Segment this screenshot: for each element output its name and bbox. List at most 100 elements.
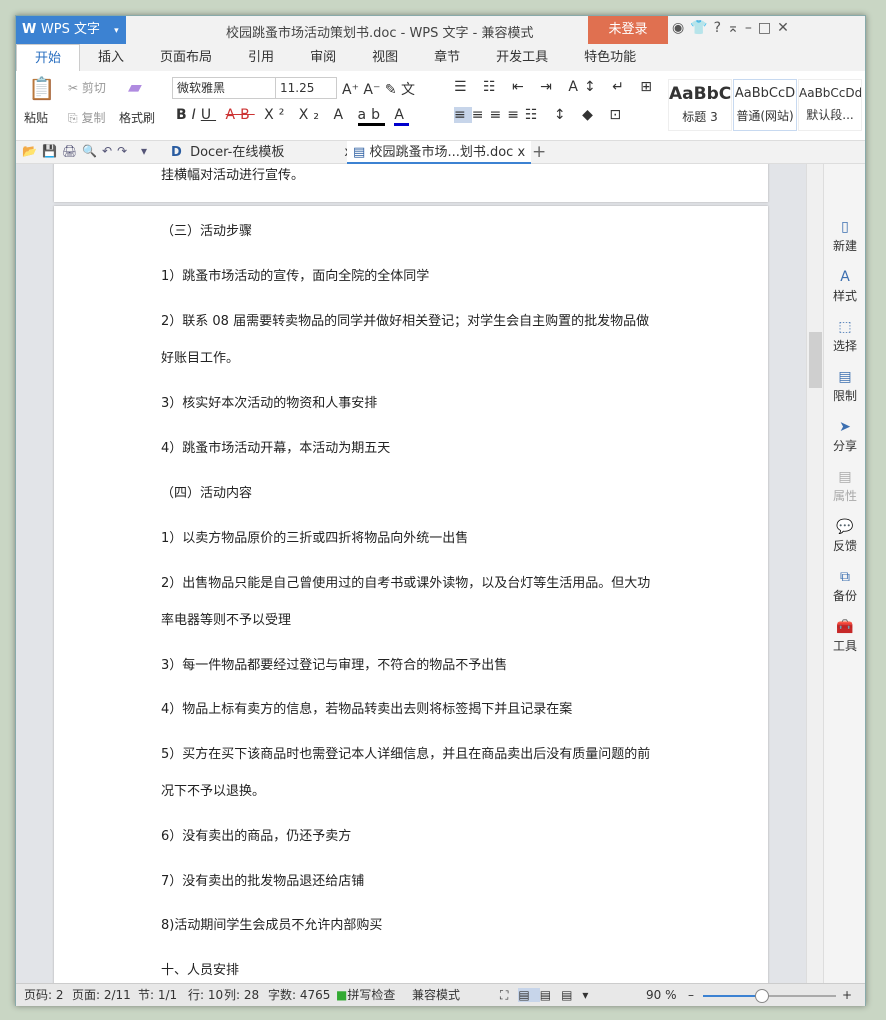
- side-panel: ▯ 新建 A 样式 ⬚ 选择 ▤ 限制 ➤ 分享 ▤ 属性 💬 反馈 ⧉ 备份 🧰 工具: [823, 164, 865, 983]
- doc-line: 5）买方在买下该商品时也需登记本人详细信息，并且在商品卖出后没有质量问题的前: [161, 747, 651, 762]
- side-new[interactable]: ▯ 新建: [824, 219, 866, 254]
- vertical-scrollbar[interactable]: [806, 164, 823, 983]
- doc-line: 3）每一件物品都要经过登记与审理，不符合的物品不予出售: [161, 658, 508, 673]
- new-tab-button[interactable]: +: [532, 141, 546, 164]
- doc-tab-active[interactable]: ▤ 校园跳蚤市场...划书.doc x: [347, 141, 532, 164]
- doc-line: 4）物品上标有卖方的信息，若物品转卖出去则将标签揭下并且记录在案: [161, 702, 573, 717]
- tab-insert[interactable]: 插入: [80, 44, 142, 71]
- format-icons[interactable]: BIU AB X² X₂ A ab A: [176, 107, 409, 126]
- doc-line: 7）没有卖出的批发物品退还给店铺: [161, 874, 365, 889]
- skin-icon[interactable]: ◉: [672, 20, 690, 36]
- copy-button[interactable]: ⎘ 复制: [68, 109, 105, 126]
- wps-logo-icon: W: [22, 22, 41, 37]
- side-restrict[interactable]: ▤ 限制: [824, 369, 866, 404]
- side-style[interactable]: A 样式: [824, 269, 866, 304]
- spell-check-icon: ■: [336, 988, 348, 1002]
- backup-icon: ⧉: [840, 569, 850, 585]
- login-button[interactable]: 未登录: [588, 16, 668, 44]
- tab-features[interactable]: 特色功能: [566, 44, 654, 71]
- document-area[interactable]: 挂横幅对活动进行宣传。 （三）活动步骤 1）跳蚤市场活动的宣传，面向全院的全体同…: [16, 164, 806, 983]
- wps-menu-button[interactable]: W WPS 文字 ▾: [16, 16, 126, 44]
- cut-button[interactable]: ✂ 剪切: [68, 79, 106, 96]
- status-bar: 页码: 2 页面: 2/11 节: 1/1 行: 10 列: 28 字数: 47…: [16, 983, 865, 1006]
- close-tab-icon: x: [517, 145, 526, 160]
- paste-icon[interactable]: 📋: [28, 77, 55, 102]
- spell-check[interactable]: ■拼写检查: [336, 984, 395, 1006]
- wps-window: W WPS 文字 ▾ 校园跳蚤市场活动策划书.doc - WPS 文字 - 兼容…: [15, 15, 866, 1006]
- view-mode-icons[interactable]: ⛶▤▤▤▾: [500, 984, 598, 1006]
- tab-layout[interactable]: 页面布局: [142, 44, 230, 71]
- zoom-in-button[interactable]: +: [842, 984, 852, 1006]
- doc-line: （三）活动步骤: [161, 224, 253, 239]
- doc-line: 2）出售物品只能是自己曾使用过的自考书或课外读物，以及台灯等生活用品。但大功: [161, 576, 651, 591]
- toolbox-icon: 🧰: [836, 619, 854, 635]
- ribbon: 📋 粘贴 ✂ 剪切 ⎘ 复制 ▰ 格式刷 微软雅黑 11.25 A⁺ A⁻ ✎ …: [16, 71, 865, 141]
- font-grow-shrink-icons[interactable]: A⁺ A⁻ ✎ 文: [342, 79, 415, 99]
- doc-line: 好账目工作。: [161, 351, 240, 366]
- doc-line: （四）活动内容: [161, 486, 253, 501]
- title-bar: W WPS 文字 ▾ 校园跳蚤市场活动策划书.doc - WPS 文字 - 兼容…: [16, 16, 865, 44]
- status-mode: 兼容模式: [412, 988, 461, 1002]
- list-icons[interactable]: ☰ ☷ ⇤ ⇥ A↕ ↵ ⊞: [454, 79, 658, 95]
- docer-icon: D: [171, 145, 182, 160]
- side-properties[interactable]: ▤ 属性: [824, 469, 866, 504]
- zoom-out-button[interactable]: –: [688, 984, 694, 1006]
- minimize-icon[interactable]: –: [745, 20, 758, 36]
- doc-line: 3）核实好本次活动的物资和人事安排: [161, 396, 378, 411]
- brush-icon: ▰: [128, 77, 142, 98]
- side-feedback[interactable]: 💬 反馈: [824, 519, 866, 554]
- ribbon-tabs: 开始 插入 页面布局 引用 审阅 视图 章节 开发工具 特色功能: [16, 44, 865, 71]
- doc-line: 6）没有卖出的商品，仍还予卖方: [161, 829, 352, 844]
- dropdown-icon: ▾: [114, 26, 119, 36]
- status-pages[interactable]: 页面: 2/11: [72, 984, 131, 1006]
- font-select[interactable]: 微软雅黑: [172, 77, 276, 99]
- zoom-slider[interactable]: [703, 989, 836, 1003]
- restrict-icon: ▤: [838, 369, 852, 385]
- tab-chapter[interactable]: 章节: [416, 44, 478, 71]
- doc-line: 1）跳蚤市场活动的宣传，面向全院的全体同学: [161, 269, 430, 284]
- copy-icon: ⎘: [68, 111, 78, 125]
- share-icon: ➤: [839, 419, 851, 435]
- scissors-icon: ✂: [68, 81, 79, 95]
- new-doc-icon: ▯: [841, 219, 849, 235]
- font-size-select[interactable]: 11.25: [275, 77, 337, 99]
- doc-line: 8)活动期间学生会成员不允许内部购买: [161, 918, 383, 933]
- side-backup[interactable]: ⧉ 备份: [824, 569, 866, 604]
- tab-review[interactable]: 审阅: [292, 44, 354, 71]
- style-default[interactable]: AaBbCcDd 默认段...: [798, 79, 862, 131]
- scroll-thumb[interactable]: [809, 332, 822, 388]
- tab-references[interactable]: 引用: [230, 44, 292, 71]
- side-tools[interactable]: 🧰 工具: [824, 619, 866, 654]
- status-page-no: 页码: 2: [24, 988, 64, 1002]
- shirt-icon[interactable]: 👕: [690, 20, 713, 36]
- style-normal-web[interactable]: AaBbCcD 普通(网站): [733, 79, 797, 131]
- doc-line: 2）联系 08 届需要转卖物品的同学并做好相关登记；对学生会自主购置的批发物品做: [161, 314, 650, 329]
- maximize-icon[interactable]: □: [758, 20, 777, 36]
- zoom-slider-handle[interactable]: [755, 989, 770, 1003]
- paste-button[interactable]: 粘贴: [24, 109, 48, 126]
- tab-view[interactable]: 视图: [354, 44, 416, 71]
- tab-home[interactable]: 开始: [16, 44, 81, 71]
- doc-line: 率电器等则不予以受理: [161, 613, 292, 628]
- page-2: （三）活动步骤 1）跳蚤市场活动的宣传，面向全院的全体同学 2）联系 08 届需…: [54, 206, 768, 983]
- format-painter-button[interactable]: 格式刷: [119, 109, 155, 126]
- tab-developer[interactable]: 开发工具: [478, 44, 566, 71]
- status-row: 行: 10: [188, 988, 224, 1002]
- status-words[interactable]: 字数: 4765: [268, 984, 330, 1006]
- properties-icon: ▤: [838, 469, 852, 485]
- page-1: 挂横幅对活动进行宣传。: [54, 164, 768, 202]
- align-icons[interactable]: ≡≡≡≡☷ ↕ ◆ ⊡: [454, 107, 627, 123]
- help-icon[interactable]: ?: [714, 20, 727, 36]
- window-title: 校园跳蚤市场活动策划书.doc - WPS 文字 - 兼容模式: [226, 26, 534, 41]
- collapse-icon[interactable]: ⌅: [727, 20, 745, 36]
- feedback-icon: 💬: [836, 519, 854, 535]
- side-share[interactable]: ➤ 分享: [824, 419, 866, 454]
- quick-access-bar: 📂💾🖨🔍↶↷ ▾ D Docer-在线模板x ▤ 校园跳蚤市场...划书.doc…: [16, 141, 865, 164]
- style-heading3[interactable]: AaBbC 标题 3: [668, 79, 732, 131]
- doc-tab-docer[interactable]: D Docer-在线模板x: [171, 141, 352, 164]
- doc-line: 挂横幅对活动进行宣传。: [161, 168, 305, 183]
- side-select[interactable]: ⬚ 选择: [824, 319, 866, 354]
- zoom-level: 90 %: [646, 988, 677, 1002]
- quick-access-icons[interactable]: 📂💾🖨🔍↶↷ ▾: [22, 144, 152, 158]
- close-icon[interactable]: ✕: [777, 20, 795, 36]
